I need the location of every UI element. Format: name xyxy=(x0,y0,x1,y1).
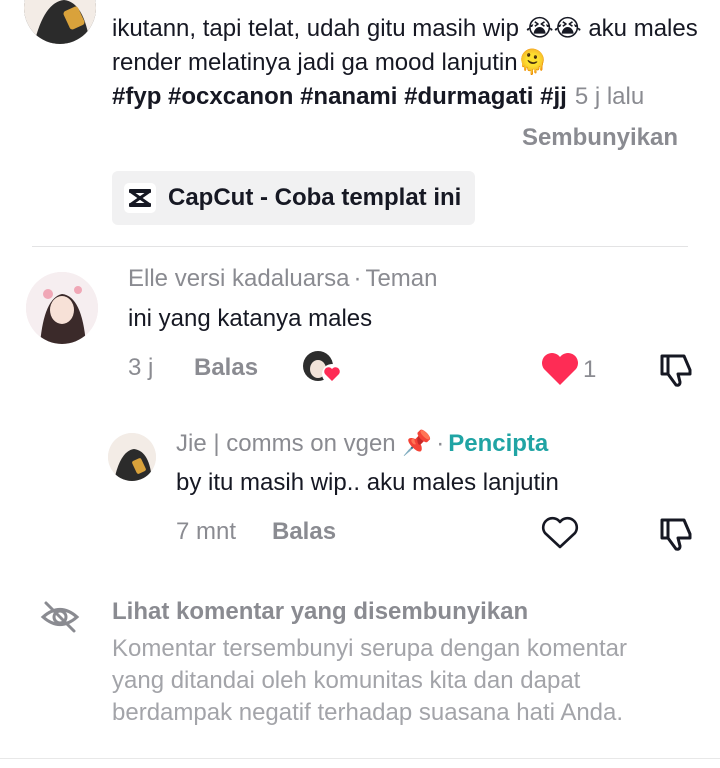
commenter-avatar-art xyxy=(26,272,98,344)
divider xyxy=(32,246,688,247)
caption-hashtags[interactable]: #fyp #ocxcanon #nanami #durmagati #jj xyxy=(112,83,567,110)
caption-time: 5 j lalu xyxy=(574,83,645,110)
heart-filled-icon xyxy=(542,353,578,385)
reply-reply-button[interactable]: Balas xyxy=(272,518,336,546)
reply-button[interactable]: Balas xyxy=(194,354,258,382)
creator-liked-badge xyxy=(302,350,342,386)
hidden-comments-link[interactable]: Lihat komentar yang disembunyikan xyxy=(112,598,528,626)
hide-button[interactable]: Sembunyikan xyxy=(522,124,678,152)
reply-like-button[interactable] xyxy=(541,516,579,550)
capcut-label: CapCut - Coba templat ini xyxy=(168,184,462,211)
reply-time: 7 mnt xyxy=(176,518,237,545)
comment-separator: · xyxy=(353,265,362,292)
hidden-comments-description: Komentar tersembunyi serupa dengan komen… xyxy=(112,635,627,726)
like-button[interactable] xyxy=(541,352,579,386)
thumbs-down-icon xyxy=(660,518,692,551)
creator-label: Pencipta xyxy=(448,430,549,457)
dislike-button[interactable] xyxy=(658,350,694,388)
comment-relation: Teman xyxy=(365,265,438,292)
comment-time: 3 j xyxy=(128,354,154,381)
reply-avatar[interactable] xyxy=(108,433,156,481)
capcut-template-link[interactable]: CapCut - Coba templat ini xyxy=(112,171,476,225)
commenter-avatar[interactable] xyxy=(26,272,98,344)
reply-text: by itu masih wip.. aku males lanjutin xyxy=(176,469,559,496)
creator-liked-icon xyxy=(303,351,342,384)
bottom-divider xyxy=(0,758,720,759)
reply-separator: · xyxy=(436,430,445,457)
comment-text: ini yang katanya males xyxy=(128,305,373,332)
thumbs-down-icon xyxy=(660,354,692,387)
eye-slash-icon xyxy=(40,601,80,633)
hidden-comments-toggle[interactable] xyxy=(40,600,80,634)
reply-dislike-button[interactable] xyxy=(658,514,694,552)
capcut-icon xyxy=(124,183,156,213)
creator-avatar[interactable] xyxy=(24,0,96,44)
comment-username[interactable]: Elle versi kadaluarsa xyxy=(128,265,349,292)
caption-text: ikutann, tapi telat, udah gitu masih wip… xyxy=(112,15,698,76)
heart-outline-icon xyxy=(541,516,579,549)
comment-header: Elle versi kadaluarsa · Teman xyxy=(128,265,437,293)
reply-username[interactable]: Jie | comms on vgen 📌 xyxy=(176,430,432,457)
like-count: 1 xyxy=(583,356,597,383)
reply-header: Jie | comms on vgen 📌 · Pencipta xyxy=(176,429,548,458)
creator-avatar-art xyxy=(24,0,96,44)
reply-avatar-art xyxy=(108,433,156,481)
post-caption: ikutann, tapi telat, udah gitu masih wip… xyxy=(112,12,702,114)
